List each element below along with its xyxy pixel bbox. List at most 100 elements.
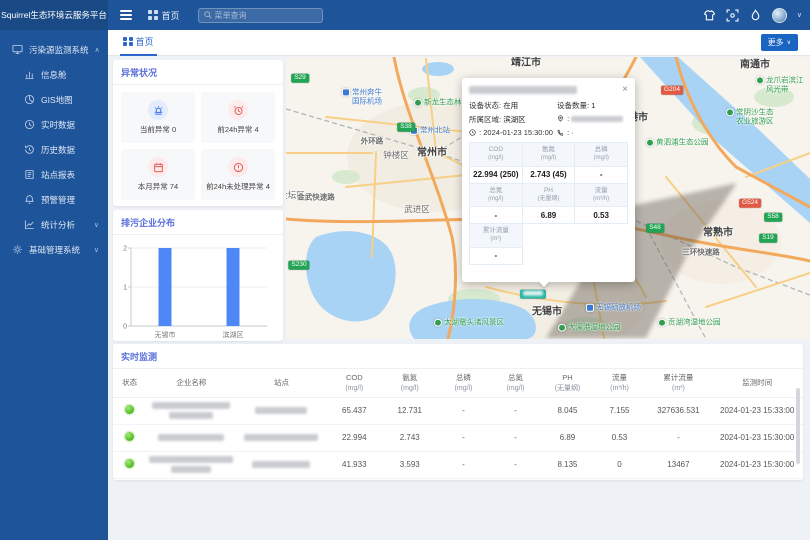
column-header-3: COD(mg/l) [327, 369, 382, 397]
stat-label: 当前异常 0 [140, 124, 176, 135]
road-badge-S58: S58 [764, 213, 782, 222]
monitored-site-badge[interactable] [520, 290, 546, 299]
table-row[interactable]: 22.9942.743--6.890.53-2024-01-23 15:30:0… [113, 424, 803, 451]
bars-icon [24, 69, 35, 80]
screenshot-icon[interactable] [726, 9, 739, 22]
table-row[interactable]: 65.43712.731--8.0457.155327636.5312024-0… [113, 397, 803, 424]
transport-marker-icon [342, 88, 350, 96]
chevron-down-icon: ∨ [94, 246, 99, 254]
home-tab-icon [123, 37, 133, 47]
column-header-1: 企业名称 [146, 369, 236, 397]
siren-icon [148, 100, 168, 120]
sidebar-item-0-6[interactable]: 统计分析∨ [0, 212, 108, 237]
map-poi-park[interactable]: 贡湖湾湿地公园 [658, 319, 721, 328]
poi-label: 常阴沙生态 农业旅游区 [736, 108, 774, 125]
poi-label: 常州北站 [420, 127, 450, 136]
transport-marker-icon [586, 304, 594, 312]
stat-card-0[interactable]: 当前异常 0 [121, 92, 195, 143]
gis-map[interactable]: 南通市靖江市张家港市常州市常熟市无锡市金坛区武进区钟楼区金武快速路三环快速路外环… [286, 57, 810, 339]
map-poi-park[interactable]: 龙爪岩滨江 风光带 [756, 76, 804, 93]
theme-icon[interactable] [703, 9, 716, 22]
stat-card-2[interactable]: 本月异常 74 [121, 149, 195, 200]
station-cell [236, 424, 326, 451]
map-city-label: 常州市 [417, 147, 447, 159]
value-cell-tn: - [489, 397, 541, 424]
hamburger-menu-icon[interactable] [120, 10, 132, 20]
column-header-2: 站点 [236, 369, 326, 397]
phone-icon [557, 129, 564, 136]
sidebar-section-1[interactable]: 基础管理系统∨ [0, 237, 108, 262]
map-road-label: 外环路 [361, 138, 384, 147]
map-poi-park[interactable]: 大溪港湿地公园 [558, 324, 621, 333]
sidebar-item-label: 历史数据 [41, 144, 75, 156]
stat-label: 前24h未处理异常 4 [206, 181, 270, 192]
popup-metric-value: 22.994 (250) [470, 166, 523, 183]
poi-label: 大溪港湿地公园 [568, 324, 621, 333]
clock-icon [24, 119, 35, 130]
map-city-label: 无锡市 [532, 306, 562, 318]
column-header-5: 总磷(mg/l) [437, 369, 489, 397]
poi-label: 新龙生态林 [424, 99, 462, 108]
station-cell [236, 451, 326, 478]
table-row[interactable]: 41.9333.593--8.1350134672024-01-23 15:30… [113, 451, 803, 478]
sidebar-section-label: 污染源监测系统 [29, 44, 89, 56]
breadcrumb[interactable]: 首页 [148, 9, 180, 22]
status-cell [113, 397, 146, 424]
redacted-bar [171, 466, 211, 473]
panel-title: 排污企业分布 [113, 210, 283, 235]
user-avatar[interactable] [772, 8, 787, 23]
road-badge-S19: S19 [759, 234, 777, 243]
search-icon [204, 11, 212, 19]
stat-card-1[interactable]: 前24h异常 4 [201, 92, 275, 143]
main-content: 异常状况 当前异常 0 前24h异常 4 本月异常 74 前24h未处理异常 4 排污… [108, 56, 810, 540]
map-poi-park[interactable]: 常阴沙生态 农业旅游区 [726, 108, 774, 125]
dashboard-icon [148, 10, 158, 20]
menu-search[interactable] [198, 8, 323, 23]
sidebar-section-0[interactable]: 污染源监测系统 ∧ [0, 37, 108, 62]
enterprise-name-cell [146, 451, 236, 478]
map-road-label: 三环快速路 [682, 249, 720, 258]
bar-chart: 012无锡市滨湖区 [113, 235, 283, 342]
road-badge-S48: S48 [646, 224, 664, 233]
monitor-icon [12, 44, 23, 55]
column-header-4: 氨氮(mg/l) [382, 369, 437, 397]
popup-metric-value: 6.89 [522, 207, 575, 224]
redacted-site-name [523, 291, 543, 296]
sidebar-item-0-1[interactable]: GIS地图 [0, 87, 108, 112]
stat-label: 本月异常 74 [138, 181, 178, 192]
sidebar-item-0-3[interactable]: 历史数据 [0, 137, 108, 162]
popup-metric-value: 0.53 [575, 207, 628, 224]
map-poi-transport[interactable]: 无锡硕放机场 [586, 304, 641, 313]
panel-title: 异常状况 [113, 60, 283, 85]
more-button[interactable]: 更多 ∨ [761, 34, 798, 51]
column-header-9: 累计流量(m³) [645, 369, 711, 397]
popup-metric-header: PH(无量纲) [522, 183, 575, 207]
map-poi-park[interactable]: 新龙生态林 [414, 99, 462, 108]
device-count: 设备数量: 1 [557, 100, 628, 111]
sidebar-item-0-4[interactable]: 站点报表 [0, 162, 108, 187]
sidebar-item-0-2[interactable]: 实时数据 [0, 112, 108, 137]
column-header-0: 状态 [113, 369, 146, 397]
map-poi-park[interactable]: 黄泗浦生态公园 [646, 139, 709, 148]
sidebar-item-0-0[interactable]: 信息舱 [0, 62, 108, 87]
redacted-enterprise-name [147, 402, 235, 419]
app-header: Squirrel生态环境云服务平台 首页 ∨ [0, 0, 810, 30]
table-scrollbar[interactable] [796, 388, 800, 464]
sidebar-item-0-5[interactable]: 预警管理 [0, 187, 108, 212]
map-poi-transport[interactable]: 常州奔牛 国际机场 [342, 88, 382, 105]
search-input[interactable] [215, 11, 317, 20]
chevron-up-icon: ∧ [95, 46, 100, 54]
map-poi-transport[interactable]: 常州北站 [410, 127, 450, 136]
stat-card-3[interactable]: 前24h未处理异常 4 [201, 149, 275, 200]
status-online-dot [125, 432, 134, 441]
popup-close-button[interactable]: × [622, 85, 628, 95]
park-marker-icon [434, 319, 442, 327]
column-header-6: 总氮(mg/l) [489, 369, 541, 397]
user-menu-chevron-icon[interactable]: ∨ [797, 11, 802, 19]
flame-icon[interactable] [749, 9, 762, 22]
tab-home[interactable]: 首页 [120, 30, 157, 56]
map-poi-park[interactable]: 太湖鼋头渚风景区 [434, 319, 504, 328]
abnormal-status-panel: 异常状况 当前异常 0 前24h异常 4 本月异常 74 前24h未处理异常 4 [113, 60, 283, 206]
value-cell-cod: 22.994 [327, 424, 382, 451]
realtime-monitoring-panel: 实时监测 状态企业名称站点COD(mg/l)氨氮(mg/l)总磷(mg/l)总氮… [113, 344, 803, 480]
